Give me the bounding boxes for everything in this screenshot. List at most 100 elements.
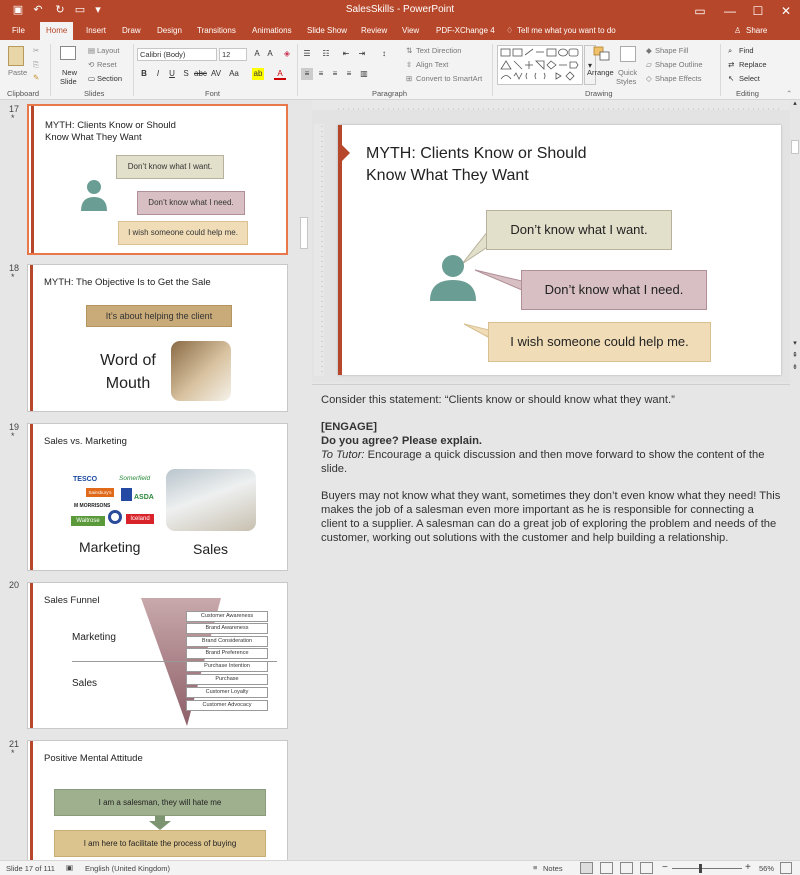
tab-pdf-xchange[interactable]: PDF-XChange 4 bbox=[436, 22, 495, 40]
new-slide-label-2[interactable]: Slide bbox=[60, 77, 77, 86]
slide-thumbnail-21[interactable]: Positive Mental Attitude I am a salesman… bbox=[27, 740, 288, 860]
zoom-level[interactable]: 56% bbox=[759, 864, 774, 873]
tab-transitions[interactable]: Transitions bbox=[197, 22, 236, 40]
format-painter-icon[interactable]: ✎ bbox=[33, 73, 39, 82]
line-spacing-icon[interactable]: ↕ bbox=[378, 48, 390, 60]
scroll-down-icon[interactable]: ▾ bbox=[791, 340, 799, 348]
shape-fill-icon[interactable]: ◆ bbox=[646, 46, 652, 55]
slide-thumbnail-20[interactable]: Sales Funnel Marketing Sales Customer Aw… bbox=[27, 582, 288, 729]
zoom-slider[interactable] bbox=[672, 868, 742, 869]
slide-sorter-icon[interactable] bbox=[600, 862, 613, 874]
spelling-icon[interactable]: ▣ bbox=[66, 863, 73, 872]
quick-styles-icon[interactable] bbox=[620, 46, 636, 62]
normal-view-icon[interactable] bbox=[580, 862, 593, 874]
align-text-icon[interactable]: ⇳ bbox=[406, 60, 412, 69]
select-button[interactable]: Select bbox=[739, 74, 760, 83]
section-icon[interactable]: ▭ bbox=[88, 74, 95, 83]
tab-slide-show[interactable]: Slide Show bbox=[307, 22, 347, 40]
shape-effects-icon[interactable]: ◇ bbox=[646, 74, 652, 83]
slide-thumbnail-18[interactable]: MYTH: The Objective Is to Get the Sale I… bbox=[27, 264, 288, 412]
tab-animations[interactable]: Animations bbox=[252, 22, 292, 40]
smartart-button[interactable]: Convert to SmartArt bbox=[416, 74, 482, 83]
tab-review[interactable]: Review bbox=[361, 22, 387, 40]
numbering-icon[interactable]: ☷ bbox=[320, 48, 332, 60]
decrease-indent-icon[interactable]: ⇤ bbox=[340, 48, 352, 60]
scrollbar-thumb[interactable] bbox=[791, 140, 799, 154]
font-name-combo[interactable]: Calibri (Body) bbox=[137, 48, 217, 61]
underline-icon[interactable]: U bbox=[166, 68, 178, 80]
align-right-icon[interactable]: ≡ bbox=[329, 68, 341, 80]
reset-button[interactable]: Reset bbox=[97, 60, 117, 69]
ribbon-display-icon[interactable]: ▭ bbox=[686, 0, 714, 22]
smartart-icon[interactable]: ⊞ bbox=[406, 74, 412, 83]
slideshow-view-icon[interactable] bbox=[640, 862, 653, 874]
minimize-icon[interactable]: — bbox=[716, 0, 744, 22]
shape-fill-button[interactable]: Shape Fill bbox=[655, 46, 688, 55]
change-case-icon[interactable]: Aa bbox=[228, 68, 240, 80]
speaker-notes[interactable]: Consider this statement: “Clients know o… bbox=[312, 384, 790, 860]
close-icon[interactable]: ✕ bbox=[772, 0, 800, 22]
align-center-icon[interactable]: ≡ bbox=[315, 68, 327, 80]
cut-icon[interactable]: ✂ bbox=[33, 46, 39, 55]
zoom-in-icon[interactable]: + bbox=[745, 862, 751, 873]
char-spacing-icon[interactable]: AV bbox=[210, 68, 222, 80]
find-icon[interactable]: ⌕ bbox=[728, 46, 732, 56]
highlight-icon[interactable]: ab bbox=[252, 68, 264, 80]
layout-button[interactable]: Layout bbox=[97, 46, 120, 55]
font-size-combo[interactable]: 12 bbox=[219, 48, 247, 61]
tab-home[interactable]: Home bbox=[40, 22, 74, 40]
arrange-button[interactable]: Arrange bbox=[587, 68, 614, 77]
shape-outline-button[interactable]: Shape Outline bbox=[655, 60, 703, 69]
notes-icon[interactable]: ≡ bbox=[533, 863, 537, 872]
language-indicator[interactable]: English (United Kingdom) bbox=[85, 864, 170, 873]
shapes-gallery[interactable] bbox=[497, 45, 583, 85]
quick-styles-label-2[interactable]: Styles bbox=[616, 77, 636, 86]
select-icon[interactable]: ↖ bbox=[728, 74, 734, 83]
find-button[interactable]: Find bbox=[739, 46, 754, 55]
fit-to-window-icon[interactable] bbox=[780, 862, 792, 874]
layout-icon[interactable]: ▤ bbox=[88, 46, 95, 55]
paste-label[interactable]: Paste bbox=[8, 68, 27, 77]
tab-draw[interactable]: Draw bbox=[122, 22, 141, 40]
prev-slide-icon[interactable]: ⇞ bbox=[791, 352, 799, 360]
increase-indent-icon[interactable]: ⇥ bbox=[356, 48, 368, 60]
clear-format-icon[interactable]: ◈ bbox=[281, 48, 293, 60]
thumbnail-scrollbar[interactable] bbox=[298, 100, 310, 860]
justify-icon[interactable]: ≡ bbox=[343, 68, 355, 80]
grow-font-icon[interactable]: A bbox=[251, 48, 263, 60]
text-direction-button[interactable]: Text Direction bbox=[416, 46, 461, 55]
section-button[interactable]: Section bbox=[97, 74, 122, 83]
replace-icon[interactable]: ⇄ bbox=[728, 60, 734, 69]
replace-button[interactable]: Replace bbox=[739, 60, 767, 69]
tab-design[interactable]: Design bbox=[157, 22, 182, 40]
tab-view[interactable]: View bbox=[402, 22, 419, 40]
zoom-slider-thumb[interactable] bbox=[699, 864, 702, 873]
scrollbar-thumb[interactable] bbox=[300, 217, 308, 249]
shape-effects-button[interactable]: Shape Effects bbox=[655, 74, 702, 83]
share-button[interactable]: Share bbox=[746, 22, 767, 40]
shadow-icon[interactable]: S bbox=[180, 68, 192, 80]
quick-styles-label[interactable]: Quick bbox=[618, 68, 637, 77]
font-color-icon[interactable]: A bbox=[274, 68, 286, 80]
speech-bubble-help[interactable]: I wish someone could help me. bbox=[488, 322, 711, 362]
shrink-font-icon[interactable]: A bbox=[264, 48, 276, 60]
next-slide-icon[interactable]: ⇟ bbox=[791, 364, 799, 372]
bullets-icon[interactable]: ☰ bbox=[301, 48, 313, 60]
reset-icon[interactable]: ⟲ bbox=[88, 60, 94, 69]
columns-icon[interactable]: ▥ bbox=[358, 68, 370, 80]
slide-thumbnail-19[interactable]: Sales vs. Marketing TESCO Somerfield Sai… bbox=[27, 423, 288, 571]
maximize-icon[interactable]: ☐ bbox=[744, 0, 772, 22]
strikethrough-icon[interactable]: abc bbox=[194, 68, 207, 80]
slide-thumbnail-17[interactable]: MYTH: Clients Know or Should Know What T… bbox=[27, 104, 288, 255]
zoom-out-icon[interactable]: − bbox=[662, 862, 668, 873]
italic-icon[interactable]: I bbox=[152, 68, 164, 80]
speech-bubble-want[interactable]: Don’t know what I want. bbox=[486, 210, 672, 250]
copy-icon[interactable]: ⎘ bbox=[33, 60, 39, 70]
align-left-icon[interactable]: ≡ bbox=[301, 68, 313, 80]
scroll-up-icon[interactable]: ▴ bbox=[791, 100, 799, 108]
text-direction-icon[interactable]: ⇅ bbox=[406, 46, 412, 55]
tab-insert[interactable]: Insert bbox=[86, 22, 106, 40]
reading-view-icon[interactable] bbox=[620, 862, 633, 874]
editor-scrollbar[interactable]: ▴ ▾ ⇞ ⇟ bbox=[790, 100, 800, 860]
align-text-button[interactable]: Align Text bbox=[416, 60, 448, 69]
